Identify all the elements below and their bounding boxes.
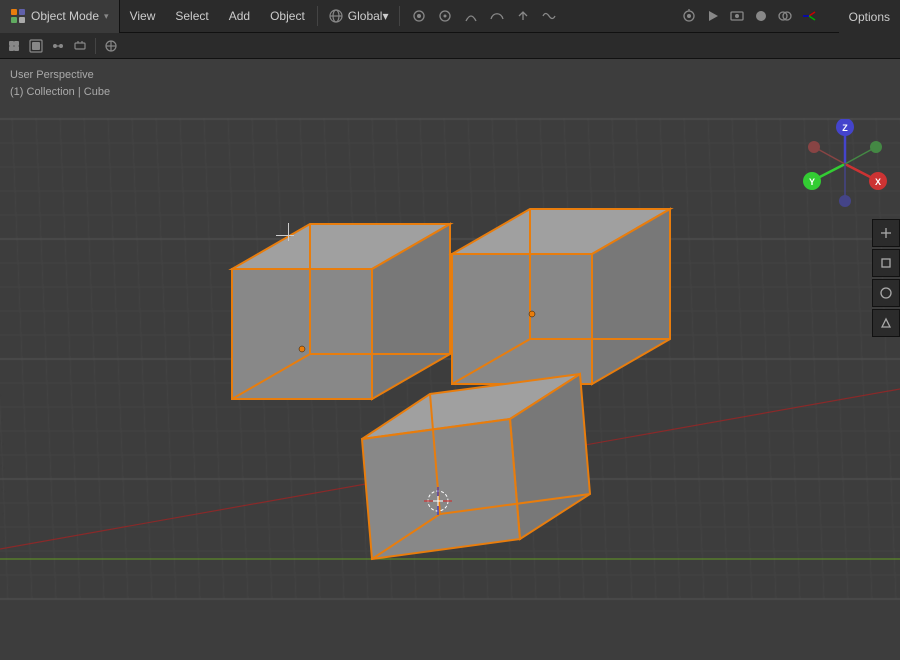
overlay-icon-btn[interactable]: [774, 5, 796, 27]
menu-select[interactable]: Select: [165, 0, 218, 33]
axis-gizmo[interactable]: Z X Y: [800, 119, 890, 209]
svg-text:X: X: [875, 177, 881, 187]
side-icon-3[interactable]: [872, 279, 900, 307]
mode-label: Object Mode: [31, 9, 99, 23]
tb2-icon-4[interactable]: [70, 36, 90, 56]
side-icon-4[interactable]: [872, 309, 900, 337]
viewport[interactable]: User Perspective (1) Collection | Cube Z…: [0, 59, 900, 660]
menu-add[interactable]: Add: [219, 0, 260, 33]
mode-icon: [10, 8, 26, 24]
global-selector[interactable]: Global ▾: [320, 0, 397, 33]
mode-chevron: ▾: [104, 11, 109, 22]
snap-btn[interactable]: [408, 5, 430, 27]
global-label: Global: [348, 9, 383, 23]
wave-btn[interactable]: [538, 5, 560, 27]
gizmo-icon-btn[interactable]: [798, 5, 820, 27]
snap-icons: [402, 5, 566, 27]
side-icon-2[interactable]: [872, 249, 900, 277]
top-menu-bar: Object Mode ▾ View Select Add Object Glo…: [0, 0, 900, 33]
tb2-icon-5[interactable]: [101, 36, 121, 56]
shading-icon-btn[interactable]: [750, 5, 772, 27]
svg-text:Z: Z: [842, 123, 848, 133]
options-label: Options: [849, 10, 890, 24]
options-button[interactable]: Options: [839, 0, 900, 33]
global-chevron: ▾: [382, 9, 388, 23]
separator-2: [399, 6, 400, 26]
tb2-icon-3[interactable]: [48, 36, 68, 56]
tb2-icon-1[interactable]: [4, 36, 24, 56]
axis-gizmo-svg: Z X Y: [800, 119, 890, 209]
tb2-sep-1: [95, 38, 96, 54]
menu-object[interactable]: Object: [260, 0, 315, 33]
side-icon-1[interactable]: [872, 219, 900, 247]
tb2-icon-2[interactable]: [26, 36, 46, 56]
extra-btn[interactable]: [512, 5, 534, 27]
separator-1: [317, 6, 318, 26]
proportional-btn[interactable]: [434, 5, 456, 27]
side-icons-panel: [872, 219, 900, 337]
camera-icon-btn[interactable]: [678, 5, 700, 27]
menu-view[interactable]: View: [120, 0, 166, 33]
grid: [0, 59, 900, 660]
global-icon: [328, 8, 344, 24]
second-toolbar: [0, 33, 900, 59]
svg-text:Y: Y: [809, 177, 815, 187]
view-icon-btn[interactable]: [726, 5, 748, 27]
render-icon-btn[interactable]: [702, 5, 724, 27]
mode-selector[interactable]: Object Mode ▾: [0, 0, 120, 33]
curve-btn[interactable]: [486, 5, 508, 27]
falloff-btn[interactable]: [460, 5, 482, 27]
